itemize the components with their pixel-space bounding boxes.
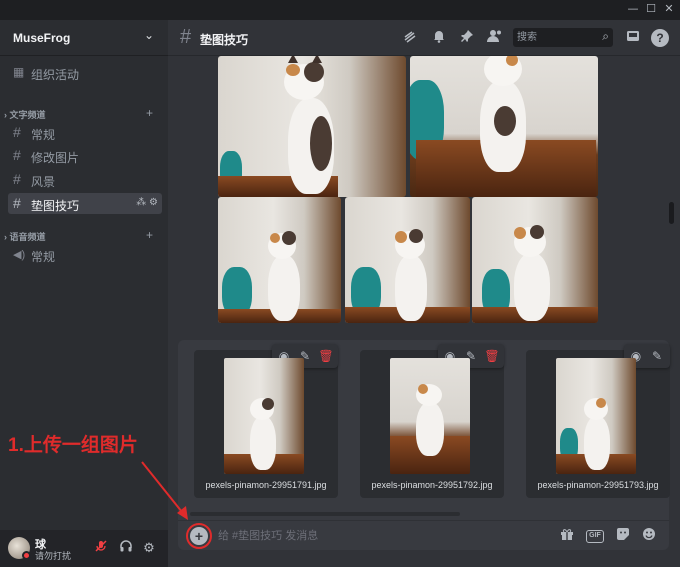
annotation-arrow (141, 461, 188, 520)
